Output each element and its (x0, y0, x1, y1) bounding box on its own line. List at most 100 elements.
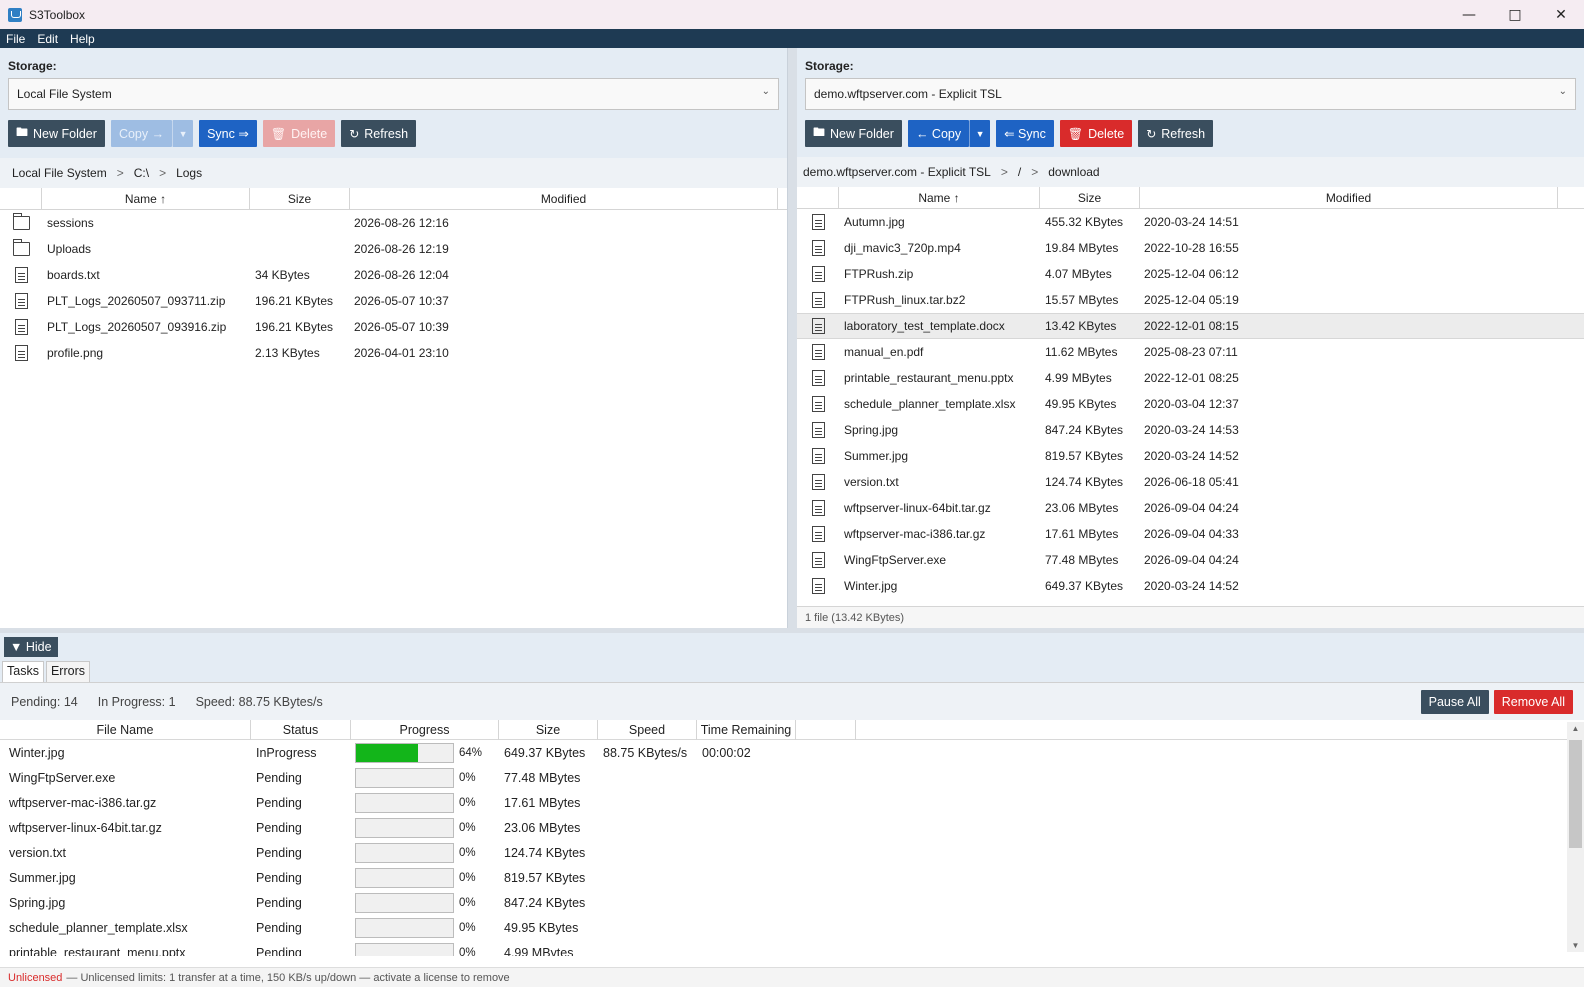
file-row[interactable]: schedule_planner_template.xlsx 49.95 KByt… (797, 391, 1584, 417)
sync-button[interactable]: ⇐ Sync (996, 120, 1054, 147)
copy-dropdown-button[interactable]: ▼ (969, 120, 991, 147)
breadcrumb-item[interactable]: download (1048, 165, 1099, 179)
icon-column-header (797, 186, 839, 209)
speed-column-header[interactable]: Speed (598, 719, 697, 740)
file-modified: 2020-03-04 12:37 (1144, 397, 1239, 411)
file-row[interactable]: sessions 2026-08-26 12:16 (0, 210, 787, 236)
refresh-button[interactable]: ↻ Refresh (1138, 120, 1214, 147)
file-row[interactable]: Spring.jpg 847.24 KBytes 2020-03-24 14:53 (797, 417, 1584, 443)
task-scrollbar[interactable]: ▲ ▼ (1567, 722, 1584, 952)
right-storage-select[interactable]: demo.wftpserver.com - Explicit TSL ⌄ (805, 78, 1576, 110)
breadcrumb-item[interactable]: / (1018, 165, 1021, 179)
menu-help[interactable]: Help (64, 32, 101, 46)
task-row[interactable]: Summer.jpg Pending 0% 819.57 KBytes (0, 865, 1584, 890)
name-column-header[interactable]: Name ↑ (42, 187, 250, 210)
task-row[interactable]: Winter.jpg InProgress 64% 649.37 KBytes 88.7… (0, 740, 1584, 765)
delete-label: Delete (1088, 126, 1125, 141)
scroll-up-icon[interactable]: ▲ (1567, 724, 1584, 733)
size-column-header[interactable]: Size (1040, 186, 1140, 209)
delete-button[interactable]: 🗑 Delete (1059, 120, 1133, 147)
file-name-column-header[interactable]: File Name (0, 719, 251, 740)
file-row[interactable]: manual_en.pdf 11.62 MBytes 2025-08-23 07:1… (797, 339, 1584, 365)
file-row[interactable]: boards.txt 34 KBytes 2026-08-26 12:04 (0, 262, 787, 288)
pause-all-button[interactable]: Pause All (1420, 690, 1489, 714)
task-file-name: wftpserver-mac-i386.tar.gz (9, 795, 157, 810)
file-row[interactable]: Autumn.jpg 455.32 KBytes 2020-03-24 14:51 (797, 209, 1584, 235)
status-column-header[interactable]: Status (251, 719, 351, 740)
new-folder-button[interactable]: 🖿 New Folder (8, 120, 105, 147)
name-column-header[interactable]: Name ↑ (839, 186, 1040, 209)
file-name: PLT_Logs_20260507_093916.zip (47, 320, 227, 334)
file-modified: 2020-03-24 14:52 (1144, 579, 1239, 593)
size-column-header[interactable]: Size (250, 187, 350, 210)
breadcrumb-item[interactable]: Local File System (12, 166, 107, 180)
file-row[interactable]: FTPRush.zip 4.07 MBytes 2025-12-04 06:12 (797, 261, 1584, 287)
maximize-icon[interactable]: □ (1492, 0, 1538, 29)
size-column-header[interactable]: Size (499, 719, 598, 740)
tab-errors[interactable]: Errors (45, 661, 90, 682)
task-size: 77.48 MBytes (504, 770, 581, 785)
remove-all-button[interactable]: Remove All (1493, 690, 1573, 714)
copy-dropdown-button[interactable]: ▼ (172, 120, 194, 147)
file-row[interactable]: printable_restaurant_menu.pptx 4.99 MByte… (797, 365, 1584, 391)
file-row[interactable]: Summer.jpg 819.57 KBytes 2020-03-24 14:52 (797, 443, 1584, 469)
task-row[interactable]: version.txt Pending 0% 124.74 KBytes (0, 840, 1584, 865)
task-file-name: printable_restaurant_menu.pptx (9, 945, 186, 957)
breadcrumb-item[interactable]: Logs (176, 166, 202, 180)
scrollbar-thumb[interactable] (1569, 740, 1582, 848)
unlicensed-label[interactable]: Unlicensed (8, 972, 62, 984)
menu-file[interactable]: File (0, 32, 31, 46)
file-modified: 2022-12-01 08:15 (1144, 319, 1239, 333)
new-folder-button[interactable]: 🖿 New Folder (805, 120, 902, 147)
file-size: 819.57 KBytes (1045, 449, 1124, 463)
file-row[interactable]: version.txt 124.74 KBytes 2026-06-18 05:41 (797, 469, 1584, 495)
time-remaining-column-header[interactable]: Time Remaining (697, 719, 796, 740)
breadcrumb-item[interactable]: demo.wftpserver.com - Explicit TSL (803, 165, 991, 179)
file-row[interactable]: FTPRush_linux.tar.bz2 15.57 MBytes 2025-12… (797, 287, 1584, 313)
modified-column-header[interactable]: Modified (350, 187, 778, 210)
modified-column-header[interactable]: Modified (1140, 186, 1558, 209)
task-row[interactable]: WingFtpServer.exe Pending 0% 77.48 MBytes (0, 765, 1584, 790)
task-row[interactable]: wftpserver-linux-64bit.tar.gz Pending 0% 23… (0, 815, 1584, 840)
task-row[interactable]: Spring.jpg Pending 0% 847.24 KBytes (0, 890, 1584, 915)
file-name: FTPRush.zip (844, 267, 914, 281)
task-row[interactable]: schedule_planner_template.xlsx Pending 0% 4… (0, 915, 1584, 940)
file-row[interactable]: laboratory_test_template.docx 13.42 KByte… (797, 313, 1584, 339)
file-row[interactable]: PLT_Logs_20260507_093916.zip 196.21 KByte… (0, 314, 787, 340)
task-row[interactable]: printable_restaurant_menu.pptx Pending 0% 4… (0, 940, 1584, 956)
task-file-name: Spring.jpg (9, 895, 66, 910)
file-modified: 2026-08-26 12:16 (354, 216, 449, 230)
menu-edit[interactable]: Edit (31, 32, 64, 46)
file-row[interactable]: profile.png 2.13 KBytes 2026-04-01 23:10 (0, 340, 787, 366)
icon-cell (797, 370, 839, 386)
file-size: 455.32 KBytes (1045, 215, 1124, 229)
refresh-button[interactable]: ↻ Refresh (341, 120, 417, 147)
copy-button[interactable]: ← Copy (907, 120, 970, 147)
sync-button[interactable]: Sync ⇒ (199, 120, 257, 147)
delete-button[interactable]: 🗑 Delete (262, 120, 336, 147)
app-logo-icon (8, 7, 22, 22)
file-icon (811, 422, 825, 438)
progress-column-header[interactable]: Progress (351, 719, 499, 740)
left-storage-select[interactable]: Local File System ⌄ (8, 78, 779, 110)
file-row[interactable]: Winter.jpg 649.37 KBytes 2020-03-24 14:52 (797, 573, 1584, 599)
file-row[interactable]: wftpserver-linux-64bit.tar.gz 23.06 MByte… (797, 495, 1584, 521)
task-row[interactable]: wftpserver-mac-i386.tar.gz Pending 0% 17.61… (0, 790, 1584, 815)
task-file-name: wftpserver-linux-64bit.tar.gz (9, 820, 162, 835)
task-progress-cell: 0% (351, 942, 499, 956)
close-icon[interactable]: ✕ (1538, 0, 1584, 29)
file-row[interactable]: wftpserver-mac-i386.tar.gz 17.61 MBytes 20… (797, 521, 1584, 547)
vertical-splitter[interactable] (788, 48, 797, 630)
minimize-icon[interactable]: — (1446, 0, 1492, 29)
copy-button[interactable]: Copy → (110, 120, 173, 147)
hide-button[interactable]: ▼ Hide (4, 636, 58, 657)
progress-bar (355, 817, 454, 838)
file-row[interactable]: PLT_Logs_20260507_093711.zip 196.21 KByte… (0, 288, 787, 314)
copy-label: Copy → (118, 126, 165, 141)
tab-tasks[interactable]: Tasks (2, 661, 44, 682)
scroll-down-icon[interactable]: ▼ (1567, 941, 1584, 950)
file-row[interactable]: Uploads 2026-08-26 12:19 (0, 236, 787, 262)
breadcrumb-item[interactable]: C:\ (134, 166, 149, 180)
file-row[interactable]: dji_mavic3_720p.mp4 19.84 MBytes 2022-10-2… (797, 235, 1584, 261)
file-row[interactable]: WingFtpServer.exe 77.48 MBytes 2026-09-04 … (797, 547, 1584, 573)
